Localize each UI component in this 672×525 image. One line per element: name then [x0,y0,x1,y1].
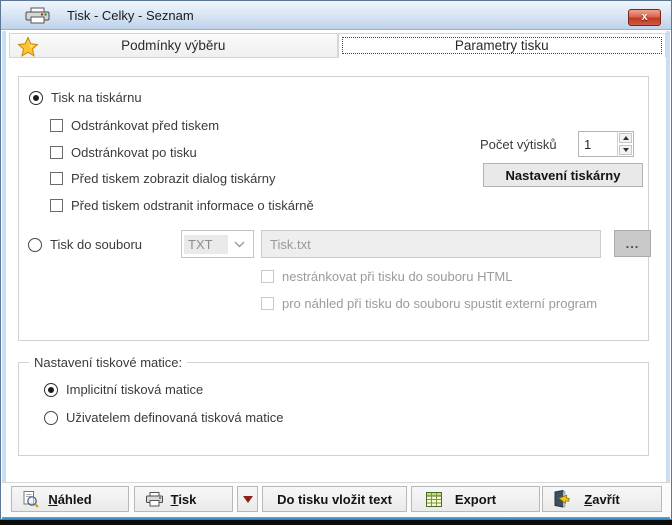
radio-circle[interactable] [44,411,58,425]
checkbox-label: nestránkovat při tisku do souboru HTML [282,269,513,284]
button-label: Zavřít [584,492,619,507]
tab-podminky-vyberu[interactable]: Podmínky výběru [9,33,338,58]
checkbox-odstrankovat-pred-tiskem[interactable]: Odstránkovat před tiskem [50,118,219,133]
radio-implicitni-matice[interactable]: Implicitní tisková matice [44,382,203,397]
print-matrix-groupbox: Nastavení tiskové matice: Implicitní tis… [18,362,649,456]
close-button[interactable]: x [628,9,661,26]
copies-label: Počet výtisků [480,137,557,152]
radio-label: Tisk do souboru [50,237,142,252]
printer-icon [23,7,53,30]
radio-label: Implicitní tisková matice [66,382,203,397]
red-triangle-down-icon [243,496,253,503]
radio-tisk-do-souboru[interactable]: Tisk do souboru [28,237,142,252]
print-options-dropdown-button[interactable] [237,486,258,512]
file-format-select[interactable]: TXT [181,230,254,258]
checkbox-label: Před tiskem odstranit informace o tiskár… [71,198,314,213]
checkbox-label: Odstránkovat před tiskem [71,118,219,133]
chevron-down-icon [234,235,245,253]
checkbox-pred-tiskem-zobrazit-dialog[interactable]: Před tiskem zobrazit dialog tiskárny [50,171,275,186]
checkbox-label: pro náhled při tisku do souboru spustit … [282,296,597,311]
close-dialog-button[interactable]: Zavřít [542,486,662,512]
tab-bar: Podmínky výběru Parametry tisku [9,33,666,58]
copies-input[interactable] [579,132,617,156]
button-label: Do tisku vložit text [277,492,392,507]
copies-stepper[interactable] [578,131,634,157]
print-preview-icon [22,491,39,511]
stepper-down-button[interactable] [619,145,632,155]
radio-circle[interactable] [28,238,42,252]
selected-format: TXT [184,235,228,254]
close-icon: x [641,12,647,23]
printer-settings-button[interactable]: Nastavení tiskárny [483,163,643,187]
preview-button[interactable]: Náhled [11,486,129,512]
copies-label-row: Počet výtisků [480,137,557,152]
checkbox-pred-tiskem-odstranit-informace[interactable]: Před tiskem odstranit informace o tiskár… [50,198,314,213]
window-frame-right [666,31,670,515]
printer-icon [145,492,164,510]
checkbox-box[interactable] [261,270,274,283]
checkbox-box[interactable] [50,119,63,132]
print-button[interactable]: Tisk [134,486,233,512]
checkbox-odstrankovat-po-tisku[interactable]: Odstránkovat po tisku [50,145,197,160]
checkbox-label: Odstránkovat po tisku [71,145,197,160]
tab-label: Parametry tisku [455,38,549,53]
file-name-input[interactable] [261,230,601,258]
radio-uzivatelska-matice[interactable]: Uživatelem definovaná tisková matice [44,410,284,425]
button-label: Náhled [48,492,91,507]
star-icon [17,36,39,61]
export-button[interactable]: Export [411,486,540,512]
radio-tisk-na-tiskarnu[interactable]: Tisk na tiskárnu [29,90,142,105]
button-label: Tisk [171,492,197,507]
window-frame-left [2,31,6,515]
checkbox-spustit-externi-program[interactable]: pro náhled při tisku do souboru spustit … [261,296,597,311]
checkbox-box[interactable] [50,146,63,159]
radio-circle[interactable] [44,383,58,397]
radio-label: Tisk na tiskárnu [51,90,142,105]
checkbox-box[interactable] [50,172,63,185]
radio-circle[interactable] [29,91,43,105]
browse-button[interactable]: ... [614,230,651,257]
table-icon [426,492,442,510]
insert-text-button[interactable]: Do tisku vložit text [262,486,407,512]
tab-label: Podmínky výběru [121,38,225,53]
radio-label: Uživatelem definovaná tisková matice [66,410,284,425]
window-title: Tisk - Celky - Seznam [67,8,194,23]
triangle-up-icon [623,136,629,140]
print-dialog-window: Tisk - Celky - Seznam x Podmínky výběru [0,0,672,520]
checkbox-box[interactable] [50,199,63,212]
button-label: Export [455,492,496,507]
stepper-buttons [617,132,633,156]
exit-door-icon [553,490,570,511]
tab-parametry-tisku[interactable]: Parametry tisku [338,33,667,58]
checkbox-nestrankovat-html[interactable]: nestránkovat při tisku do souboru HTML [261,269,513,284]
stepper-up-button[interactable] [619,133,632,143]
checkbox-label: Před tiskem zobrazit dialog tiskárny [71,171,275,186]
groupbox-legend: Nastavení tiskové matice: [29,355,187,370]
triangle-down-icon [623,148,629,152]
checkbox-box[interactable] [261,297,274,310]
screen: Tisk - Celky - Seznam x Podmínky výběru [0,0,672,525]
titlebar[interactable]: Tisk - Celky - Seznam x [1,1,671,30]
footer-button-bar: Náhled Tisk Do tisku vložit text [2,482,670,517]
